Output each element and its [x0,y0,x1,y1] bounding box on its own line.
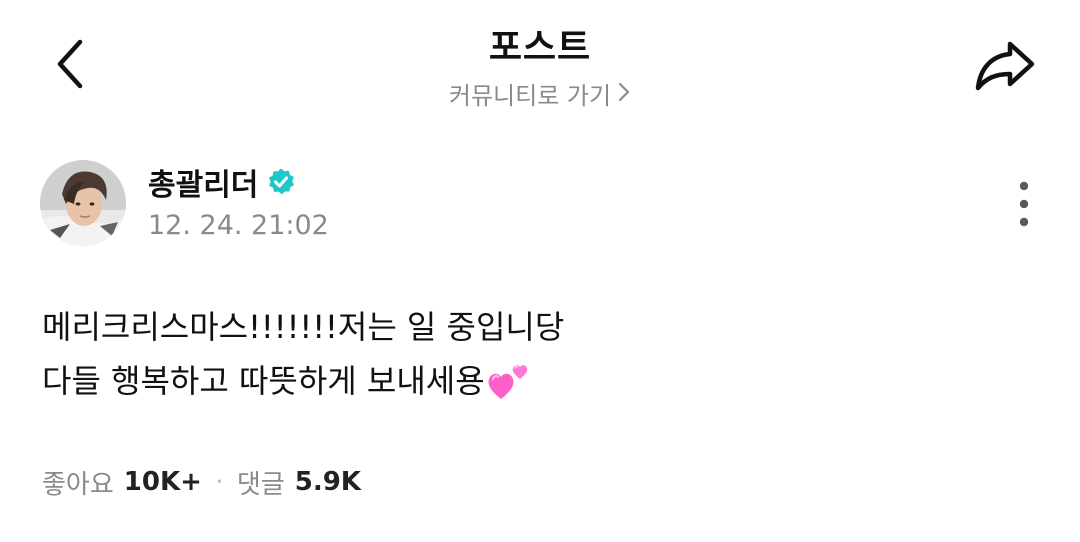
post-content: 메리크리스마스!!!!!!!저는 일 중입니당 다들 행복하고 따뜻하게 보내세… [42,300,1042,408]
stats-separator: · [215,469,223,495]
comments-count: 5.9K [294,467,361,497]
chevron-right-icon [617,81,631,109]
author-name: 총괄리더 [148,168,259,203]
post-timestamp: 12. 24. 21:02 [148,210,329,241]
share-button[interactable] [970,34,1042,98]
comments-stat[interactable]: 댓글 5.9K [237,464,361,501]
likes-label: 좋아요 [42,469,114,500]
likes-count: 10K+ [123,467,202,497]
comments-label: 댓글 [236,469,285,500]
more-vertical-icon [1019,181,1029,227]
post-author-section: 총괄리더 12. 24. 21:02 [40,160,1040,250]
avatar-photo [40,160,126,246]
likes-stat[interactable]: 좋아요 10K+ [42,464,202,501]
post-text-line-1: 메리크리스마스!!!!!!!저는 일 중입니당 [42,308,565,346]
verified-badge-icon [269,168,295,195]
post-text-line-2-row: 다들 행복하고 따뜻하게 보내세용 [42,354,1042,408]
post-text-line-2: 다들 행복하고 따뜻하게 보내세용 [42,362,485,400]
community-link[interactable]: 커뮤니티로 가기 [0,76,1080,111]
author-name-row[interactable]: 총괄리더 [148,162,296,203]
share-icon [975,41,1035,91]
two-hearts-icon [488,365,527,399]
post-stats: 좋아요 10K+ · 댓글 5.9K [42,462,361,502]
page-title: 포스트 [488,27,592,68]
top-bar: 포스트 커뮤니티로 가기 [0,0,1080,130]
community-link-label: 커뮤니티로 가기 [448,82,612,110]
more-options-button[interactable] [1004,180,1044,228]
avatar[interactable] [40,160,126,246]
